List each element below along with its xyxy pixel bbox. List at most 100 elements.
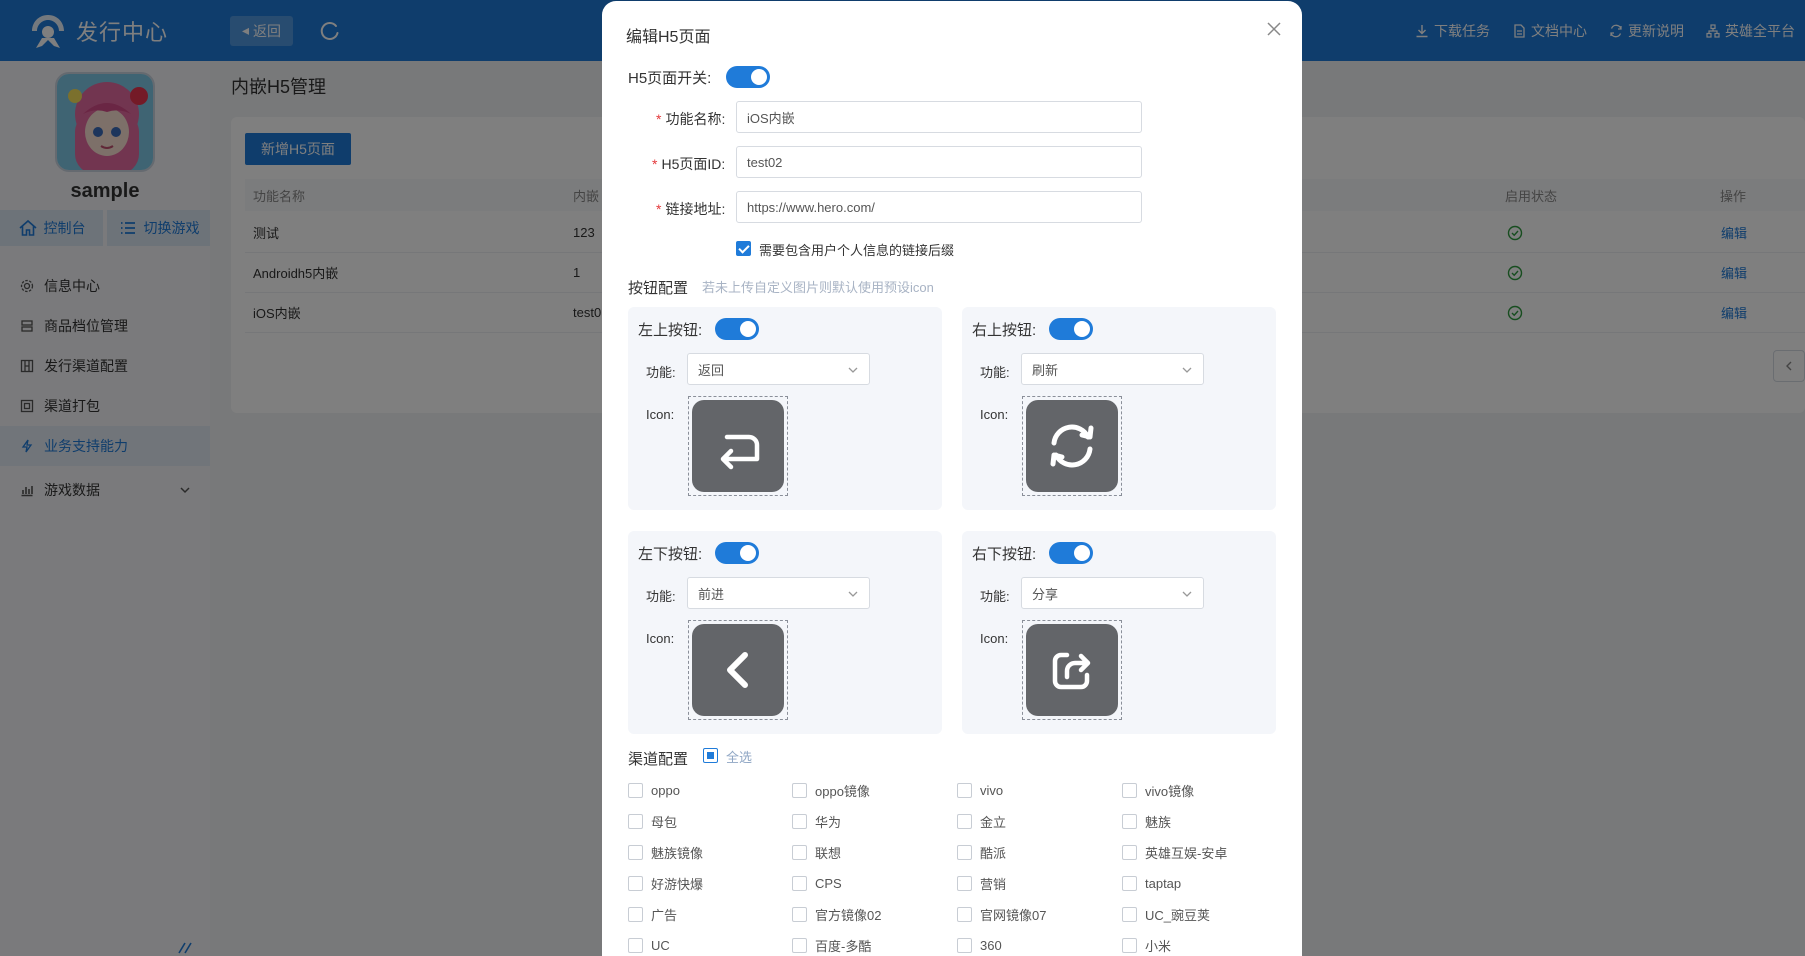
- name-field-label: * 功能名称:: [656, 111, 726, 127]
- top-left-func-select[interactable]: 返回: [687, 353, 870, 385]
- top-left-toggle[interactable]: [715, 318, 759, 340]
- channel-checkbox[interactable]: [957, 906, 972, 922]
- bottom-left-func-select[interactable]: 前进: [687, 577, 870, 609]
- channel-label: 金立: [980, 814, 1007, 830]
- channel-checkbox[interactable]: [628, 813, 643, 829]
- channel-official-mirror-02[interactable]: 官方镜像02: [792, 904, 881, 924]
- panel-title: 右上按钮:: [972, 322, 1037, 339]
- icon-label: Icon:: [646, 407, 675, 422]
- channel-baidu-duoku[interactable]: 百度-多酷: [792, 935, 871, 955]
- channel-vivo-mirror[interactable]: vivo镜像: [1122, 780, 1194, 800]
- channel-checkbox[interactable]: [1122, 813, 1137, 829]
- channel-taptap[interactable]: taptap: [1122, 873, 1181, 893]
- refresh-icon: [1050, 424, 1094, 468]
- channel-checkbox[interactable]: [628, 937, 643, 953]
- button-config-hint: 若未上传自定义图片则默认使用预设icon: [702, 280, 934, 295]
- channel-checkbox[interactable]: [957, 813, 972, 829]
- func-label: 功能:: [980, 589, 1010, 604]
- close-icon[interactable]: [1264, 19, 1284, 39]
- suffix-checkbox[interactable]: [736, 241, 751, 256]
- channel-checkbox[interactable]: [628, 844, 643, 860]
- top-right-toggle[interactable]: [1049, 318, 1093, 340]
- bottom-left-toggle[interactable]: [715, 542, 759, 564]
- channel-checkbox[interactable]: [957, 937, 972, 953]
- channel-checkbox[interactable]: [1122, 782, 1137, 798]
- channel-oppo-mirror[interactable]: oppo镜像: [792, 780, 870, 800]
- func-label: 功能:: [646, 365, 676, 380]
- channel-label: oppo: [651, 782, 680, 798]
- channel-360[interactable]: 360: [957, 935, 1002, 955]
- channel-hero-android[interactable]: 英雄互娱-安卓: [1122, 842, 1227, 862]
- top-right-func-select[interactable]: 刷新: [1021, 353, 1204, 385]
- channel-checkbox[interactable]: [1122, 875, 1137, 891]
- panel-title: 右下按钮:: [972, 546, 1037, 563]
- channel-ads[interactable]: 广告: [628, 904, 677, 924]
- name-input[interactable]: iOS内嵌: [736, 101, 1142, 133]
- channel-oppo[interactable]: oppo: [628, 780, 680, 800]
- channel-label: 酷派: [980, 845, 1007, 861]
- h5-id-input[interactable]: test02: [736, 146, 1142, 178]
- bottom-right-func-select[interactable]: 分享: [1021, 577, 1204, 609]
- channel-checkbox[interactable]: [1122, 937, 1137, 953]
- channel-official-mirror-07[interactable]: 官网镜像07: [957, 904, 1046, 924]
- channel-checkbox[interactable]: [1122, 844, 1137, 860]
- channel-config-title: 渠道配置: [628, 751, 689, 768]
- channel-meizu[interactable]: 魅族: [1122, 811, 1171, 831]
- bottom-right-toggle[interactable]: [1049, 542, 1093, 564]
- channel-checkbox[interactable]: [957, 782, 972, 798]
- top-right-icon-upload[interactable]: [1022, 396, 1122, 496]
- select-all-checkbox[interactable]: [703, 748, 718, 763]
- icon-label: Icon:: [980, 407, 1009, 422]
- icon-label: Icon:: [980, 631, 1009, 646]
- id-field-label: * H5页面ID:: [652, 156, 726, 172]
- func-label: 功能:: [646, 589, 676, 604]
- bottom-left-icon-upload[interactable]: [688, 620, 788, 720]
- channel-label: 魅族: [1145, 814, 1172, 830]
- select-value: 刷新: [1032, 362, 1059, 378]
- channel-uc[interactable]: UC: [628, 935, 670, 955]
- channel-label: 官网镜像07: [980, 907, 1047, 923]
- channel-label: 360: [980, 937, 1002, 953]
- channel-checkbox[interactable]: [792, 782, 807, 798]
- channel-base-package[interactable]: 母包: [628, 811, 677, 831]
- channel-checkbox[interactable]: [1122, 906, 1137, 922]
- channel-checkbox[interactable]: [792, 813, 807, 829]
- bottom-right-icon-upload[interactable]: [1022, 620, 1122, 720]
- icon-label: Icon:: [646, 631, 675, 646]
- share-icon: [1052, 652, 1091, 690]
- top-right-button-panel: 右上按钮: 功能: 刷新 Icon:: [962, 307, 1276, 510]
- channel-checkbox[interactable]: [628, 782, 643, 798]
- channel-checkbox[interactable]: [957, 875, 972, 891]
- channel-uc-wandoujia[interactable]: UC_豌豆荚: [1122, 904, 1210, 924]
- channel-vivo[interactable]: vivo: [957, 780, 1003, 800]
- channel-marketing[interactable]: 营销: [957, 873, 1006, 893]
- channel-checkbox[interactable]: [792, 875, 807, 891]
- channel-coolpad[interactable]: 酷派: [957, 842, 1006, 862]
- channel-label: oppo镜像: [815, 783, 870, 799]
- channel-label: 华为: [815, 814, 842, 830]
- chevron-left-icon: [727, 652, 748, 688]
- channel-xiaomi[interactable]: 小米: [1122, 935, 1171, 955]
- chevron-down-icon: [1182, 367, 1192, 373]
- url-input[interactable]: https://www.hero.com/: [736, 191, 1142, 223]
- channel-label: taptap: [1145, 875, 1182, 891]
- channel-label: UC: [651, 937, 670, 953]
- channel-cps[interactable]: CPS: [792, 873, 842, 893]
- edit-h5-dialog: 编辑H5页面 H5页面开关: * 功能名称: iOS内嵌 * H5页面ID: tes…: [602, 1, 1302, 956]
- channel-lenovo[interactable]: 联想: [792, 842, 841, 862]
- h5-page-toggle[interactable]: [726, 66, 770, 88]
- channel-checkbox[interactable]: [792, 937, 807, 953]
- channel-jinli[interactable]: 金立: [957, 811, 1006, 831]
- panel-title: 左下按钮:: [638, 546, 703, 563]
- channel-checkbox[interactable]: [628, 906, 643, 922]
- channel-checkbox[interactable]: [957, 844, 972, 860]
- top-left-button-panel: 左上按钮: 功能: 返回 Icon:: [628, 307, 942, 510]
- channel-checkbox[interactable]: [792, 906, 807, 922]
- channel-checkbox[interactable]: [628, 875, 643, 891]
- select-value: 分享: [1032, 586, 1059, 602]
- channel-haoyou[interactable]: 好游快爆: [628, 873, 703, 893]
- channel-checkbox[interactable]: [792, 844, 807, 860]
- channel-huawei[interactable]: 华为: [792, 811, 841, 831]
- channel-meizu-mirror[interactable]: 魅族镜像: [628, 842, 703, 862]
- top-left-icon-upload[interactable]: [688, 396, 788, 496]
